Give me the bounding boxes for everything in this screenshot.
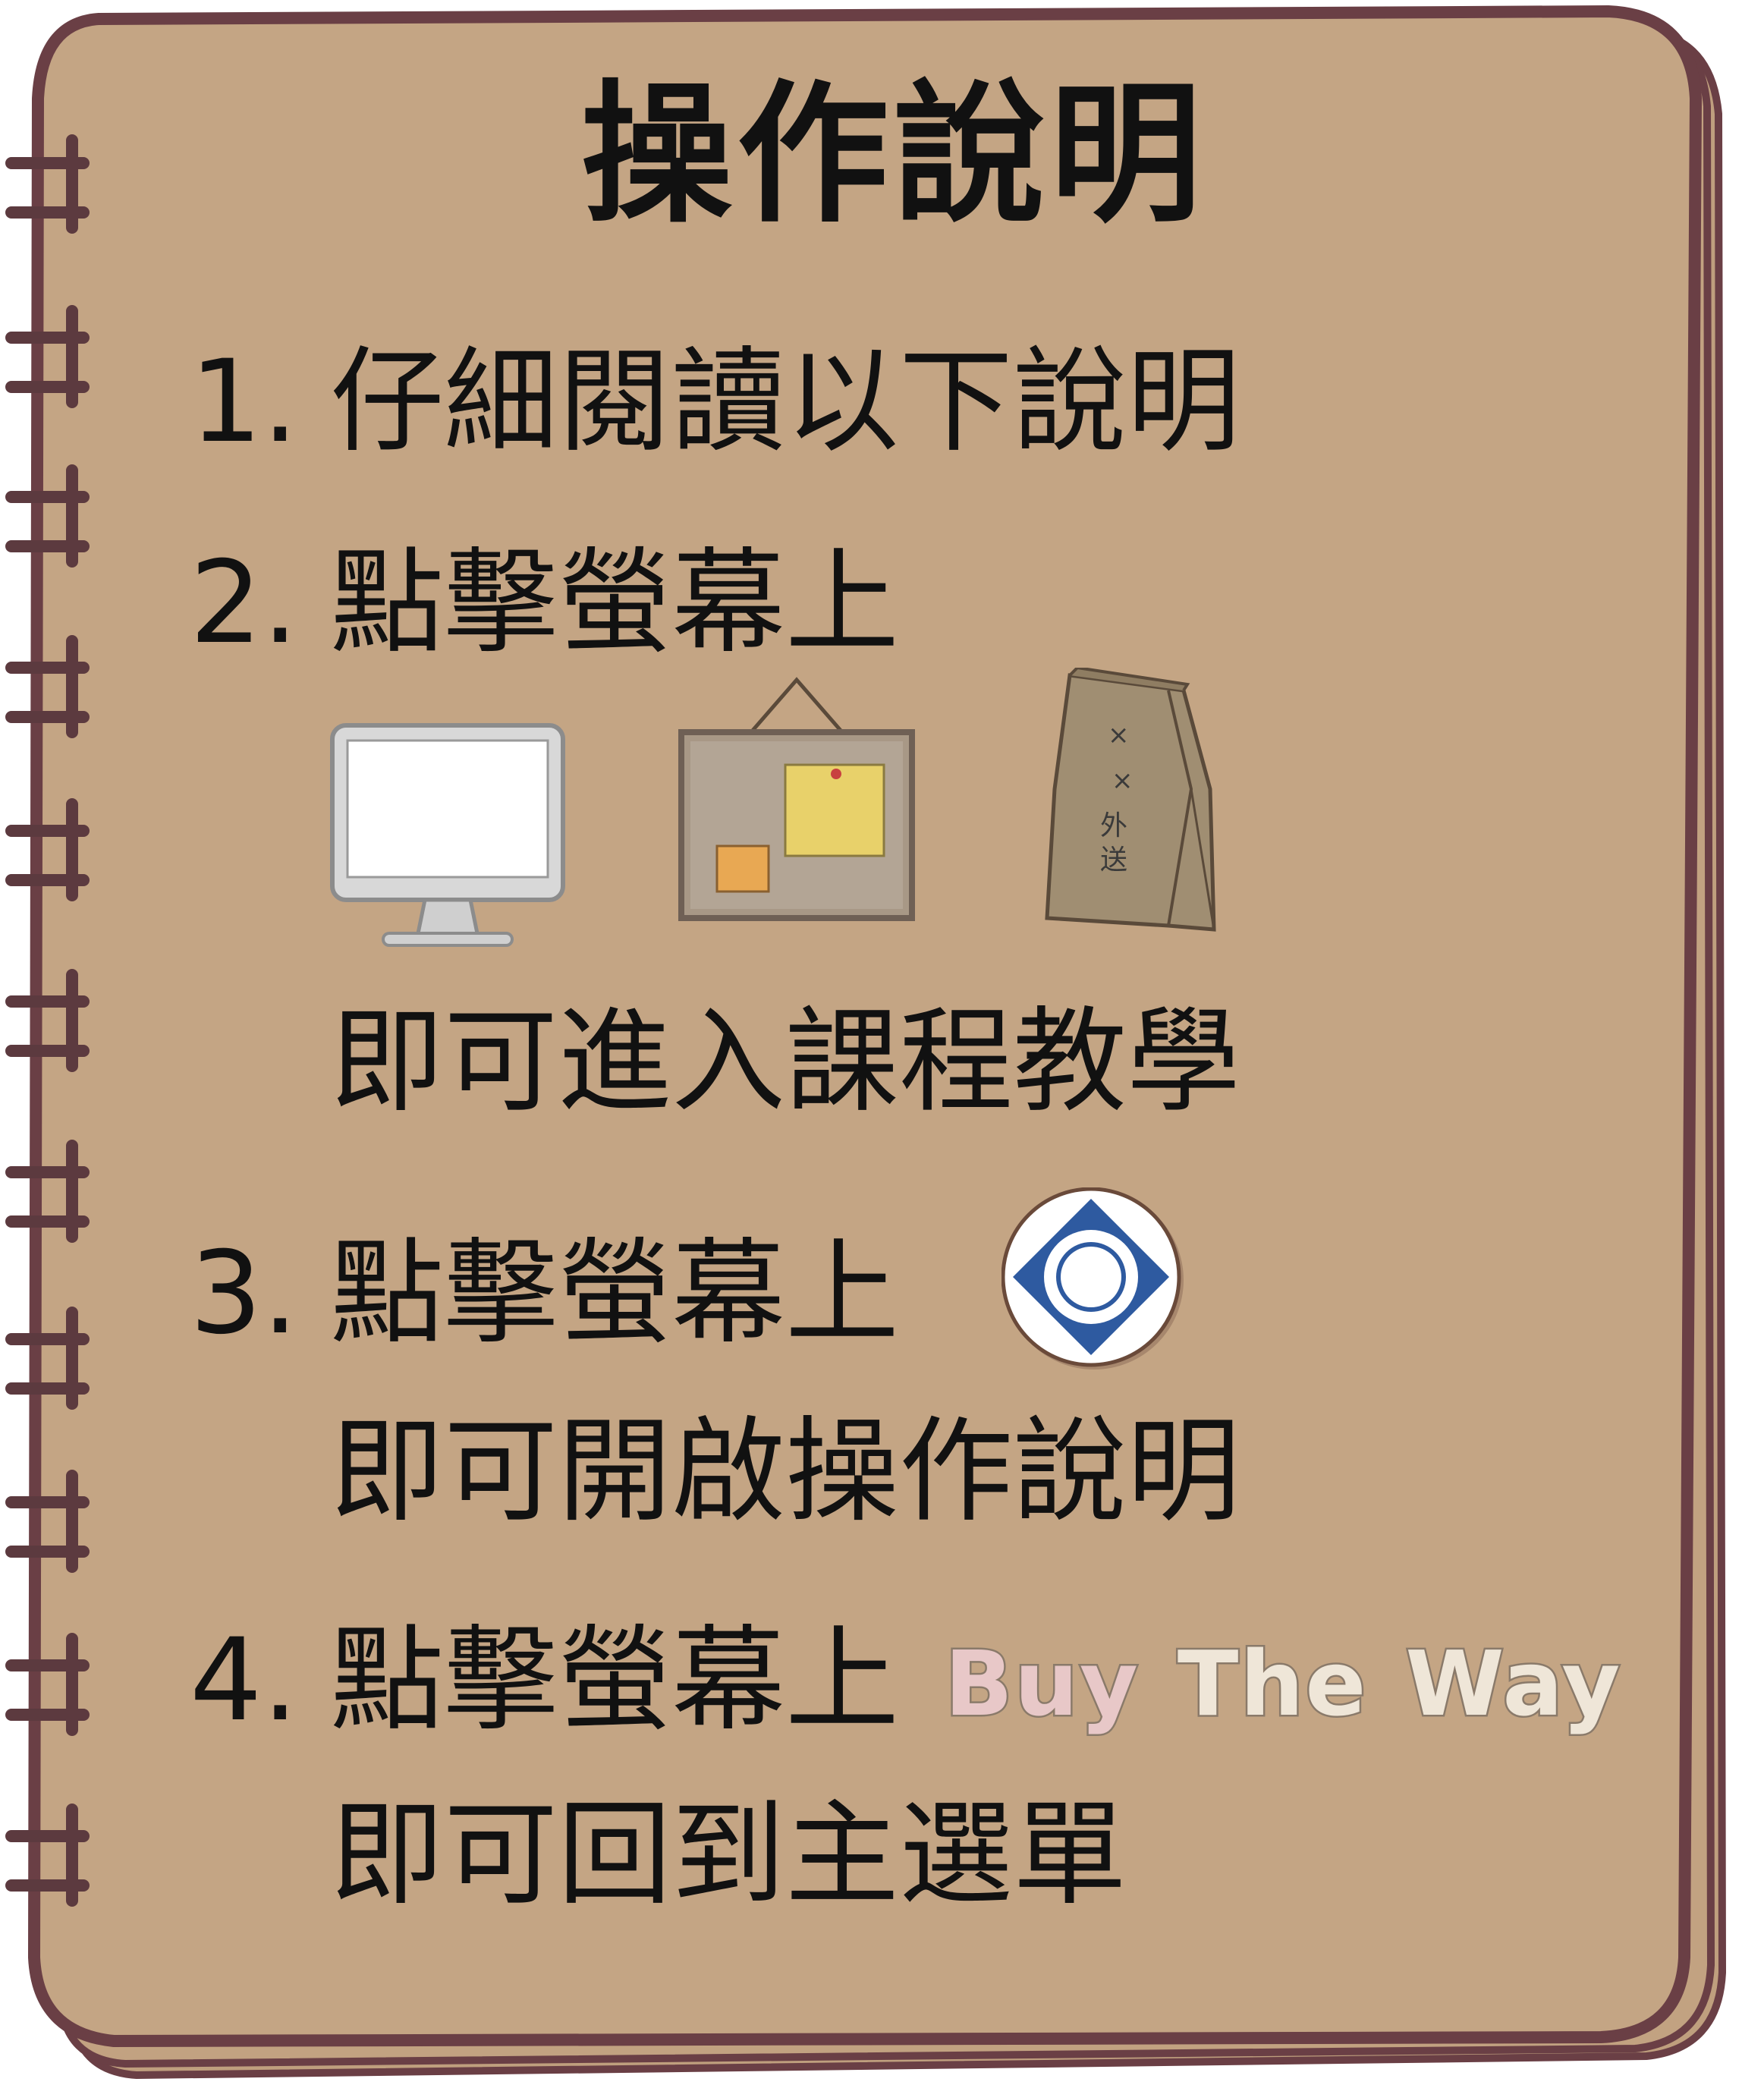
takeout-bag-icon[interactable]: × × 外 送: [1039, 665, 1222, 944]
bag-label-4: 送: [1100, 844, 1127, 876]
logo-word-buy: Buy: [943, 1630, 1140, 1738]
corkboard-icon[interactable]: [675, 675, 918, 929]
page-title: 操作說明: [580, 67, 1206, 244]
monitor-icon[interactable]: [326, 721, 569, 951]
bag-label-2: ×: [1112, 766, 1134, 796]
step-4-number: 4.: [190, 1615, 299, 1747]
help-compass-icon[interactable]: [1001, 1187, 1191, 1380]
step-2-text: 點擊螢幕上: [330, 537, 900, 669]
step-2-number: 2.: [190, 537, 299, 669]
bag-label-1: ×: [1108, 720, 1130, 750]
step-3-number: 3.: [190, 1228, 299, 1360]
step-2: 2. 點擊螢幕上: [190, 546, 899, 660]
step-3-result: 即可開啟操作說明: [330, 1406, 1241, 1538]
step-4: 4. 點擊螢幕上: [190, 1624, 899, 1738]
logo-word-way: Way: [1404, 1630, 1622, 1738]
step-3: 3. 點擊螢幕上: [190, 1237, 899, 1351]
step-1-number: 1.: [190, 336, 299, 468]
step-2-result: 即可進入課程教學: [330, 996, 1241, 1128]
step-1: 1. 仔細閱讀以下說明: [190, 345, 1240, 459]
step-1-text: 仔細閱讀以下說明: [330, 336, 1241, 468]
bag-label-3: 外: [1100, 810, 1127, 841]
step-4-result: 即可回到主選單: [330, 1789, 1127, 1921]
buy-the-way-logo[interactable]: Buy The Way: [943, 1630, 1622, 1738]
step-4-text: 點擊螢幕上: [330, 1615, 900, 1747]
logo-word-the: The: [1175, 1630, 1368, 1738]
step-3-text: 點擊螢幕上: [330, 1228, 900, 1360]
